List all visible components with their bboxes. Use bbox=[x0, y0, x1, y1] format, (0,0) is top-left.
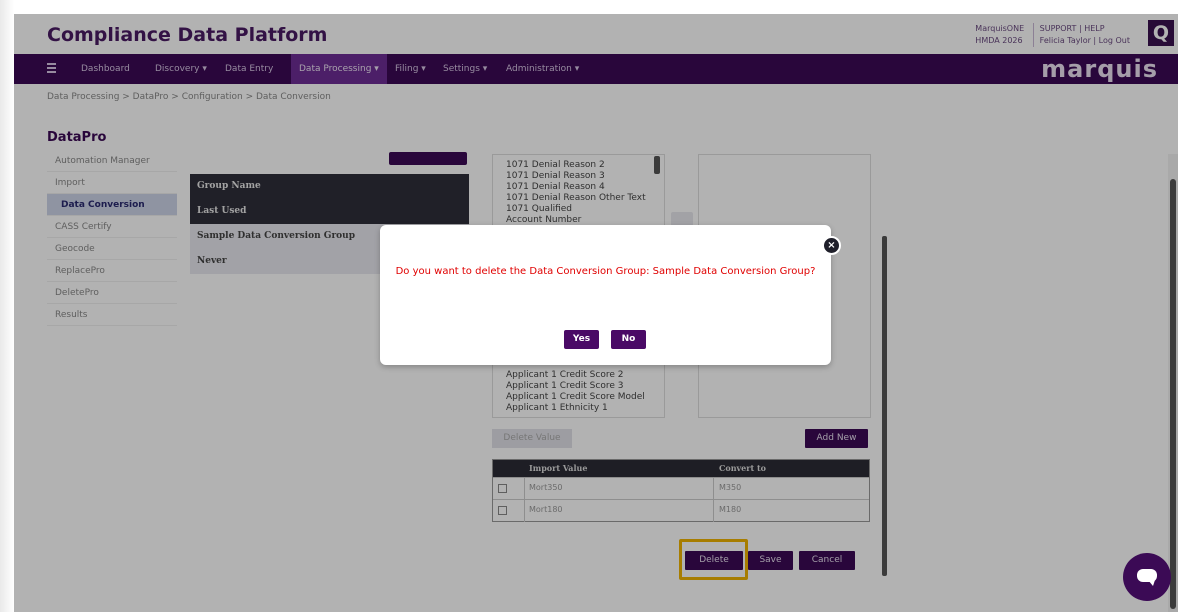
no-button[interactable]: No bbox=[611, 330, 646, 349]
page: Compliance Data Platform MarquisONE HMDA… bbox=[14, 14, 1178, 612]
confirm-delete-dialog: Do you want to delete the Data Conversio… bbox=[380, 225, 831, 365]
confirm-message: Do you want to delete the Data Conversio… bbox=[395, 266, 816, 277]
yes-button[interactable]: Yes bbox=[564, 330, 599, 349]
chat-button[interactable] bbox=[1123, 553, 1171, 601]
window-frame: Compliance Data Platform MarquisONE HMDA… bbox=[0, 0, 1178, 612]
close-icon[interactable]: × bbox=[822, 236, 841, 255]
frame-shadow bbox=[0, 0, 14, 612]
